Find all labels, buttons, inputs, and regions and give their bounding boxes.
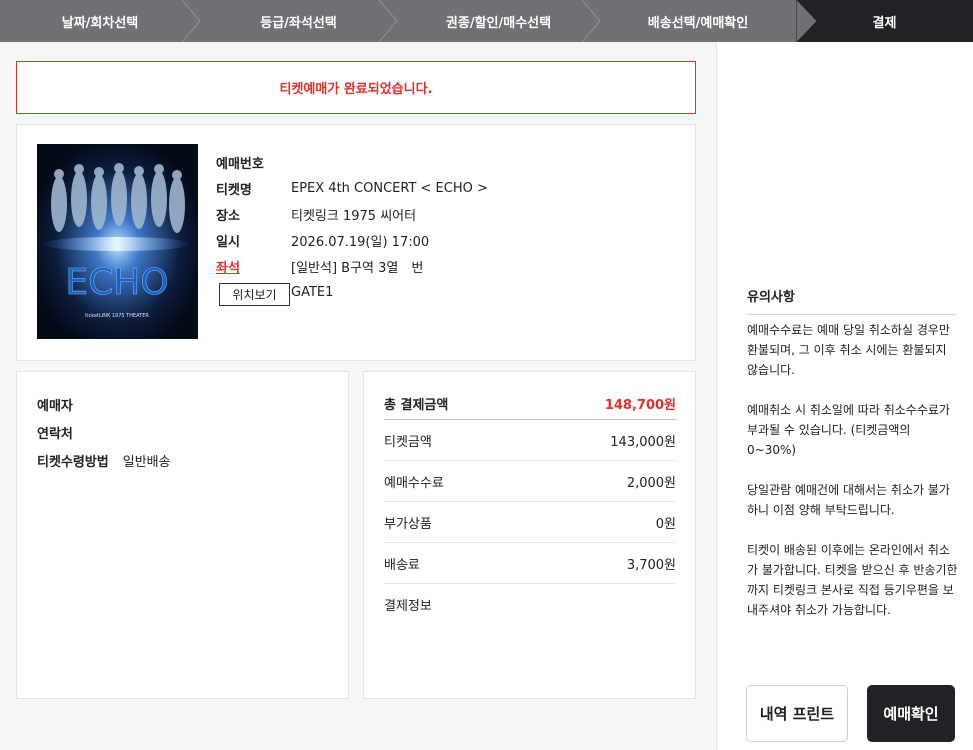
step-ticket-type: 권종/할인/매수선택 xyxy=(397,0,601,42)
venue-label: 장소 xyxy=(216,208,240,224)
booking-details: 예매번호 티켓명 EPEX 4th CONCERT < ECHO > 장소 티켓… xyxy=(216,149,488,305)
note-item: 당일관람 예매건에 대해서는 취소가 불가하니 이점 양해 부탁드립니다. xyxy=(747,483,950,517)
gate-value: GATE1 xyxy=(291,284,334,300)
payment-row: 배송료 3,700원 xyxy=(384,543,676,584)
buyer-info-card: 예매자 연락처 티켓수령방법 일반배송 xyxy=(16,371,349,699)
step-label: 권종/할인/매수선택 xyxy=(445,15,552,31)
note-item: 예매수수료는 예매 당일 취소하실 경우만 환불되며, 그 이후 취소 시에는 … xyxy=(747,323,950,377)
step-label: 배송선택/예매확인 xyxy=(647,15,749,31)
ticket-name-row: 티켓명 EPEX 4th CONCERT < ECHO > xyxy=(216,175,488,201)
payment-row: 부가상품 0원 xyxy=(384,502,676,543)
total-amount-label: 총 결제금액 xyxy=(384,398,449,413)
payment-row: 예매수수료 2,000원 xyxy=(384,461,676,502)
payment-row-label: 예매수수료 xyxy=(384,475,444,491)
booking-steps: 날짜/회차선택 등급/좌석선택 권종/할인/매수선택 배송선택/예매확인 결제 xyxy=(0,0,973,42)
ticket-name-value: EPEX 4th CONCERT < ECHO > xyxy=(291,180,488,196)
chevron-right-icon xyxy=(581,0,601,42)
reservation-number-row: 예매번호 xyxy=(216,149,488,175)
total-amount-value: 148,700원 xyxy=(604,398,676,413)
delivery-method-row: 티켓수령방법 일반배송 xyxy=(37,446,171,474)
right-sidebar: 유의사항 예매수수료는 예매 당일 취소하실 경우만 환불되며, 그 이후 취소… xyxy=(716,42,973,750)
payment-row-value: 143,000원 xyxy=(610,434,676,450)
payment-row-value: 3,700원 xyxy=(626,557,676,573)
buyer-details: 예매자 연락처 티켓수령방법 일반배송 xyxy=(37,390,171,474)
payment-row-label: 부가상품 xyxy=(384,516,432,532)
payment-row-label: 결제정보 xyxy=(384,599,432,614)
chevron-right-icon xyxy=(796,0,817,42)
print-history-button[interactable]: 내역 프린트 xyxy=(746,685,848,742)
chevron-right-icon xyxy=(181,0,201,42)
step-payment: 결제 xyxy=(796,0,973,42)
datetime-value: 2026.07.19(일) 17:00 xyxy=(291,234,430,250)
payment-row-label: 배송료 xyxy=(384,557,420,573)
poster-image: ECHO ticketLINK 1975 THEATER xyxy=(37,144,198,339)
venue-value: 티켓링크 1975 씨어터 xyxy=(291,208,417,224)
booker-row: 예매자 xyxy=(37,390,171,418)
payment-row: 결제정보 xyxy=(384,584,676,625)
notes-list: 예매수수료는 예매 당일 취소하실 경우만 환불되며, 그 이후 취소 시에는 … xyxy=(747,320,959,640)
venue-row: 장소 티켓링크 1975 씨어터 xyxy=(216,201,488,227)
completion-message: 티켓예매가 완료되었습니다. xyxy=(279,82,433,97)
seat-link[interactable]: 좌석 xyxy=(216,257,291,276)
booking-confirm-button[interactable]: 예매확인 xyxy=(867,685,955,742)
step-date: 날짜/회차선택 xyxy=(0,0,201,42)
delivery-method-value: 일반배송 xyxy=(122,454,171,470)
datetime-label: 일시 xyxy=(216,234,240,250)
note-item: 예매취소 시 취소일에 따라 취소수수료가 부과될 수 있습니다. (티켓금액의… xyxy=(747,403,950,457)
total-amount-row: 총 결제금액 148,700원 xyxy=(384,388,676,420)
step-label: 결제 xyxy=(872,15,897,31)
payment-row: 티켓금액 143,000원 xyxy=(384,420,676,461)
poster-title: ECHO xyxy=(65,262,168,303)
contact-label: 연락처 xyxy=(37,426,73,442)
payment-breakdown: 티켓금액 143,000원 예매수수료 2,000원 부가상품 0원 배송료 3… xyxy=(384,420,676,625)
step-label: 등급/좌석선택 xyxy=(260,15,337,31)
contact-row: 연락처 xyxy=(37,418,171,446)
chevron-right-icon xyxy=(378,0,398,42)
seat-row: 좌석 [일반석] B구역 3열 번 xyxy=(216,253,488,279)
reservation-number-label: 예매번호 xyxy=(216,156,264,172)
step-delivery: 배송선택/예매확인 xyxy=(600,0,817,42)
completion-notice: 티켓예매가 완료되었습니다. xyxy=(16,61,696,114)
delivery-method-label: 티켓수령방법 xyxy=(37,454,109,470)
ticket-name-label: 티켓명 xyxy=(216,182,252,198)
seat-value: [일반석] B구역 3열 번 xyxy=(291,260,424,276)
poster-caption: ticketLINK 1975 THEATER xyxy=(85,313,149,319)
step-seat: 등급/좌석선택 xyxy=(200,0,398,42)
concert-poster: ECHO ticketLINK 1975 THEATER xyxy=(37,144,198,339)
datetime-row: 일시 2026.07.19(일) 17:00 xyxy=(216,227,488,253)
seat-location-button[interactable]: 위치보기 xyxy=(219,283,290,306)
payment-summary-card: 총 결제금액 148,700원 티켓금액 143,000원 예매수수료 2,00… xyxy=(363,371,696,699)
payment-row-value: 0원 xyxy=(655,516,676,532)
notes-title: 유의사항 xyxy=(747,286,956,315)
note-item: 티켓이 배송된 이후에는 온라인에서 취소가 불가합니다. 티켓을 받으신 후 … xyxy=(747,543,958,617)
booker-label: 예매자 xyxy=(37,398,73,414)
ticket-info-card: ECHO ticketLINK 1975 THEATER 예매번호 티켓명 EP… xyxy=(16,124,696,361)
payment-row-value: 2,000원 xyxy=(626,475,676,491)
step-label: 날짜/회차선택 xyxy=(61,15,139,31)
payment-row-label: 티켓금액 xyxy=(384,434,432,450)
